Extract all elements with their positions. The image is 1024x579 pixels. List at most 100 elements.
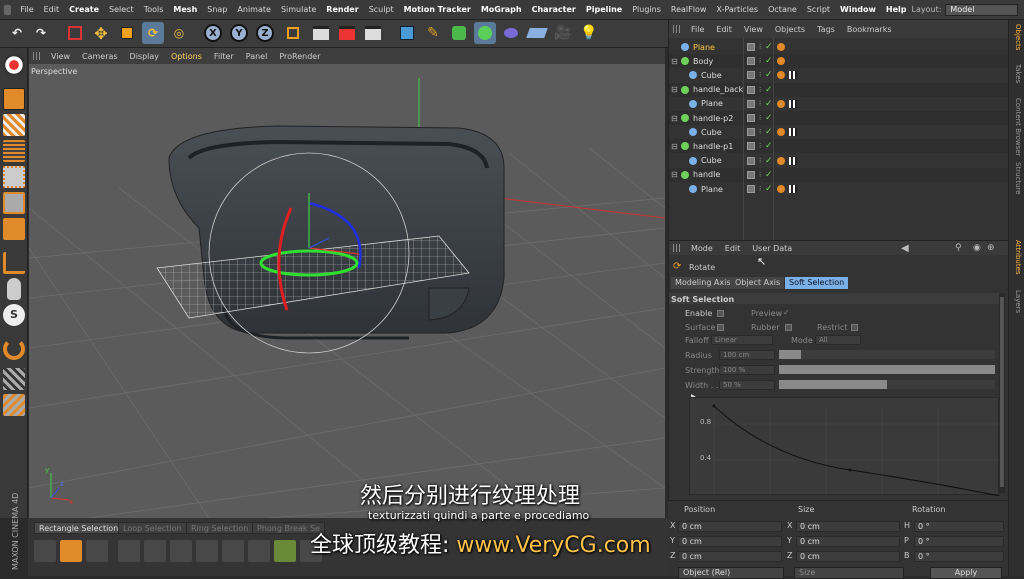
menu-sculpt[interactable]: Sculpt [364, 5, 399, 14]
layer-swatch[interactable] [747, 71, 755, 80]
rotation-field[interactable]: 0 ° [914, 521, 1004, 532]
layer-swatch[interactable] [747, 142, 755, 151]
expand-icon[interactable]: ⊟ [671, 170, 678, 179]
visibility-dots[interactable]: ⁝ [759, 100, 761, 108]
menu-character[interactable]: Character [527, 5, 581, 14]
lock-workplane-icon[interactable] [3, 368, 25, 390]
side-tab-takes[interactable]: Takes [1014, 64, 1022, 83]
menu-motion-tracker[interactable]: Motion Tracker [399, 5, 476, 14]
magnet-tool-icon[interactable] [274, 540, 296, 562]
width-field[interactable]: 50 % [719, 380, 775, 390]
menu-script[interactable]: Script [802, 5, 835, 14]
tweak-mode-icon[interactable] [7, 278, 21, 300]
enable-checkbox[interactable] [717, 310, 724, 317]
edges-mode-icon[interactable] [3, 192, 25, 214]
objects-menu-view[interactable]: View [738, 25, 769, 34]
texture-tag-icon[interactable] [789, 156, 797, 165]
object-name[interactable]: Cube [701, 71, 722, 80]
axis-y-icon[interactable]: Y [230, 24, 248, 42]
lock-icon[interactable]: ◉ [973, 243, 981, 253]
menu-realflow[interactable]: RealFlow [666, 5, 712, 14]
menu-mesh[interactable]: Mesh [168, 5, 202, 14]
menu-plugins[interactable]: Plugins [627, 5, 666, 14]
falloff-graph[interactable]: 0.8 0.4 [689, 397, 1000, 496]
attributes-menu-edit[interactable]: Edit [719, 244, 747, 253]
object-name[interactable]: handle-p1 [693, 142, 733, 151]
snap-icon[interactable]: S [3, 304, 25, 326]
attributes-grip-icon[interactable] [673, 244, 681, 252]
layer-swatch[interactable] [747, 128, 755, 137]
object-row[interactable]: Cube ⁝ ✓ [669, 125, 1009, 139]
object-name[interactable]: handle-p2 [693, 114, 733, 123]
planar-workplane-icon[interactable] [3, 394, 25, 416]
position-field[interactable]: 0 cm [678, 521, 782, 532]
axis-mode-icon[interactable] [3, 252, 25, 274]
camera-icon[interactable]: 🎥 [552, 22, 574, 44]
visibility-dots[interactable]: ⁝ [759, 71, 761, 79]
menu-create[interactable]: Create [64, 5, 104, 14]
make-editable-icon[interactable] [3, 54, 25, 76]
position-field[interactable]: 0 cm [678, 536, 782, 547]
object-name[interactable]: handle_back [693, 85, 743, 94]
redo-icon[interactable]: ↷ [30, 22, 52, 44]
object-name[interactable]: Cube [701, 156, 722, 165]
layout-select[interactable]: Model [945, 3, 1018, 16]
side-tab-structure[interactable]: Structure [1014, 162, 1022, 195]
expand-icon[interactable]: ⊟ [671, 114, 678, 123]
texture-tag-icon[interactable] [789, 185, 797, 193]
back-arrow-icon[interactable]: ◀ [901, 243, 909, 254]
live-selection-icon[interactable] [64, 22, 86, 44]
position-field[interactable]: 0 cm [678, 551, 782, 562]
menu-mograph[interactable]: MoGraph [476, 5, 527, 14]
radius-slider[interactable] [779, 350, 801, 359]
tab-rectangle-selection[interactable]: Rectangle Selection [34, 522, 124, 534]
visibility-dots[interactable]: ⁝ [759, 43, 761, 51]
menu-simulate[interactable]: Simulate [276, 5, 321, 14]
layer-swatch[interactable] [747, 156, 755, 165]
object-name[interactable]: Cube [701, 128, 722, 137]
mode-dropdown[interactable]: All [815, 335, 861, 345]
menu-window[interactable]: Window [835, 5, 881, 14]
objects-menu-bookmarks[interactable]: Bookmarks [841, 25, 898, 34]
phong-tag-icon[interactable] [777, 43, 785, 51]
tab-ring-selection[interactable]: Ring Selection [186, 522, 254, 534]
menu-animate[interactable]: Animate [232, 5, 276, 14]
restrict-checkbox[interactable] [851, 324, 858, 331]
object-row[interactable]: Cube ⁝ ✓ [669, 68, 1009, 82]
size-field[interactable]: 0 cm [796, 536, 900, 547]
texture-tag-icon[interactable] [789, 99, 797, 108]
slide-tool-icon[interactable] [222, 540, 244, 562]
expand-icon[interactable]: ⊟ [671, 85, 678, 94]
points-mode-icon[interactable] [3, 166, 25, 188]
enabled-check-icon[interactable]: ✓ [765, 170, 773, 180]
object-name[interactable]: Plane [701, 185, 723, 194]
enabled-check-icon[interactable]: ✓ [765, 56, 773, 66]
surface-checkbox[interactable] [717, 324, 724, 331]
enabled-check-icon[interactable]: ✓ [765, 42, 773, 52]
object-name[interactable]: Plane [701, 99, 723, 108]
menu-x-particles[interactable]: X-Particles [711, 5, 763, 14]
phong-tag-icon[interactable] [777, 57, 785, 66]
enabled-check-icon[interactable]: ✓ [765, 85, 773, 95]
visibility-dots[interactable]: ⁝ [759, 114, 761, 122]
phong-tag-icon[interactable] [777, 156, 785, 165]
stitch-tool-icon[interactable] [248, 540, 270, 562]
pen-spline-icon[interactable]: ✎ [422, 22, 444, 44]
tab-object-axis[interactable]: Object Axis [731, 277, 785, 289]
model-mode-icon[interactable] [3, 88, 25, 110]
attributes-menu-user-data[interactable]: User Data [746, 244, 798, 253]
menu-tools[interactable]: Tools [139, 5, 169, 14]
layer-swatch[interactable] [747, 114, 755, 122]
strength-field[interactable]: 100 % [719, 365, 775, 375]
phong-tag-icon[interactable] [777, 185, 785, 193]
object-row[interactable]: ⊟ handle_back ⁝ ✓ [669, 82, 1009, 97]
object-row[interactable]: ⊟ Body ⁝ ✓ [669, 54, 1009, 69]
layer-swatch[interactable] [747, 43, 755, 51]
tab-modeling-axis[interactable]: Modeling Axis [671, 277, 735, 289]
visibility-dots[interactable]: ⁝ [759, 128, 761, 136]
object-row[interactable]: Plane ⁝ ✓ [669, 97, 1009, 111]
visibility-dots[interactable]: ⁝ [759, 157, 761, 165]
weld-tool-icon[interactable] [196, 540, 218, 562]
side-tab-attributes[interactable]: Attributes [1014, 240, 1022, 275]
menu-select[interactable]: Select [104, 5, 139, 14]
